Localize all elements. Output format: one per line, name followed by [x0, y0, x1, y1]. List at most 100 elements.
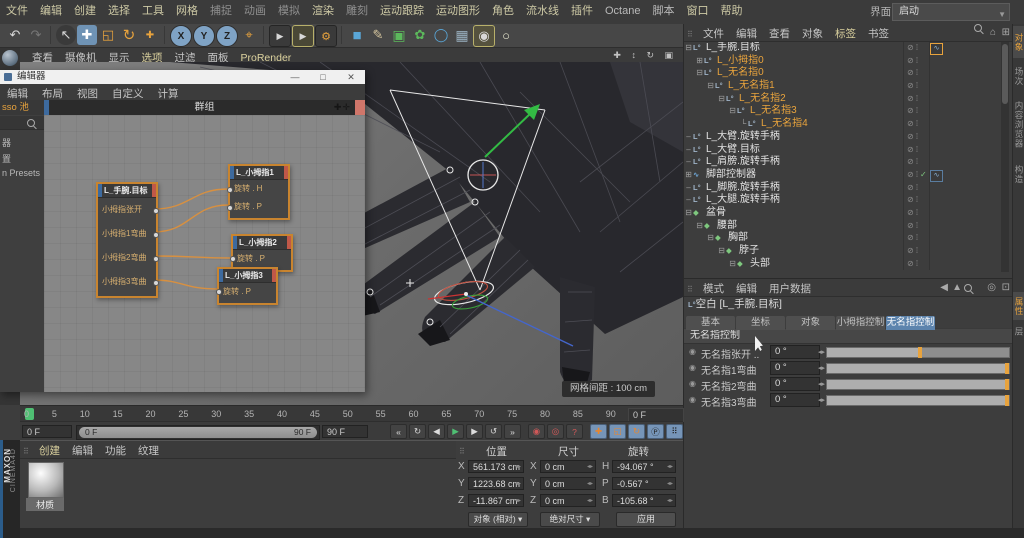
lock-z-icon[interactable]: Z [216, 25, 238, 47]
record-keyframe-icon[interactable]: ◉ [528, 424, 545, 439]
stepper-icon[interactable]: ◂▸ [587, 495, 593, 508]
menu-create[interactable]: 创建 [68, 0, 102, 23]
tree-row[interactable]: ⊟L°L_无名指3⊘ ⁞ [684, 105, 1013, 118]
node-port[interactable]: 旋转 . P [233, 250, 291, 267]
slider-value-field[interactable]: 0 ° [770, 361, 820, 375]
keyframe-circle-icon[interactable]: ◉ [689, 363, 696, 372]
rot-b-field[interactable]: -105.68 °◂▸ [612, 494, 676, 507]
next-frame-icon[interactable]: ▶ [466, 424, 483, 439]
redo-icon[interactable]: ↷ [26, 25, 46, 45]
node-port[interactable]: 旋转 . H [230, 180, 288, 198]
xpresso-tag-icon[interactable]: ∿ [930, 43, 943, 55]
menu-render[interactable]: 渲染 [306, 0, 340, 23]
visibility-dots[interactable]: ⊘ ⁞ [903, 245, 930, 258]
goto-end-icon[interactable]: » [504, 424, 521, 439]
expander-icon[interactable]: ⊟ [717, 245, 726, 258]
dock-tab-structure[interactable]: 构造 [1013, 160, 1024, 188]
section-header[interactable]: 无名指控制 [684, 328, 1013, 344]
stepper-icon[interactable]: ◂▸ [515, 478, 521, 491]
tab-object[interactable]: 对象 [786, 316, 835, 330]
window-titlebar[interactable]: 编辑器 — □ ✕ [0, 70, 365, 84]
tree-scrollbar[interactable] [1001, 42, 1009, 272]
visibility-dots[interactable]: ⊘ ⁞ [903, 67, 930, 80]
expander-icon[interactable]: ⊟ [695, 67, 704, 80]
node-canvas[interactable]: L_手腕.目标 小拇指张开 小拇指1弯曲 小拇指2弯曲 小拇指3弯曲 L_小拇指… [44, 115, 365, 392]
output-port-icon[interactable] [153, 208, 159, 214]
tab-ring-control[interactable]: 无名指控制 [886, 316, 935, 330]
frame-range-slider[interactable]: 0 F 90 F [76, 425, 320, 440]
attribute-object-row[interactable]: L°空白 [L_手腕.目标] [684, 297, 1013, 312]
close-icon[interactable]: ✕ [339, 70, 363, 84]
node-port[interactable]: 旋转 . P [219, 283, 276, 300]
subdivision-surface-icon[interactable]: ▣ [389, 25, 409, 45]
visibility-dots[interactable]: ⊘ ⁞ [903, 131, 930, 144]
key-parameter-icon[interactable]: Ⓟ [647, 424, 664, 439]
om-menu-bookmarks[interactable]: 书签 [862, 26, 895, 43]
menu-simulate[interactable]: 模拟 [272, 0, 306, 23]
node-pinky3[interactable]: L_小拇指3 旋转 . P [217, 267, 278, 305]
menu-pipeline[interactable]: 流水线 [520, 0, 565, 23]
tree-row[interactable]: –L°L_肩膀.旋转手柄⊘ ⁞ [684, 156, 1013, 169]
tree-row[interactable]: –L°L_大臂.旋转手柄⊘ ⁞ [684, 131, 1013, 144]
lock-x-icon[interactable]: X [170, 25, 192, 47]
menu-octane[interactable]: Octane [599, 0, 646, 23]
pool-item[interactable]: 器 [2, 136, 11, 149]
tree-row[interactable]: ⊞L°L_小拇指0⊘ ⁞ [684, 55, 1013, 68]
scale-tool-icon[interactable]: ◱ [98, 25, 118, 45]
tab-pinky-control[interactable]: 小拇指控制 [836, 316, 885, 330]
render-region-icon[interactable]: ▶ [292, 25, 314, 47]
om-menu-view[interactable]: 查看 [763, 26, 796, 43]
mograph-icon[interactable]: ✿ [410, 25, 430, 45]
om-menu-objects[interactable]: 对象 [796, 26, 829, 43]
maximize-icon[interactable]: □ [311, 70, 335, 84]
pool-search-bar[interactable] [0, 116, 44, 130]
tab-coord[interactable]: 坐标 [736, 316, 785, 330]
menu-plugins[interactable]: 插件 [565, 0, 599, 23]
attr-menu-edit[interactable]: 编辑 [730, 281, 763, 298]
rot-p-field[interactable]: -0.567 °◂▸ [612, 477, 676, 490]
pos-z-field[interactable]: -11.867 cm◂▸ [468, 494, 524, 507]
end-frame-field[interactable]: 90 F [322, 425, 368, 438]
drag-handle-icon[interactable]: ⠿ [684, 26, 697, 43]
output-port-icon[interactable] [153, 256, 159, 262]
node-port[interactable]: 小拇指1弯曲 [98, 222, 156, 246]
slider-handle[interactable] [1005, 395, 1009, 406]
rotate-tool-icon[interactable]: ↻ [119, 25, 139, 45]
expander-icon[interactable]: ⊟ [684, 207, 693, 220]
keyframe-selection-icon[interactable]: ? [566, 424, 583, 439]
visibility-dots[interactable]: ⊘ ⁞ [903, 93, 930, 106]
play-icon[interactable]: ▶ [447, 424, 464, 439]
visibility-dots[interactable]: ⊘ ⁞ [903, 80, 930, 93]
goto-start-icon[interactable]: « [390, 424, 407, 439]
stepper-icon[interactable]: ◂▸ [587, 461, 593, 474]
visibility-dots[interactable]: ⊘ ⁞ [903, 258, 930, 271]
visibility-dots[interactable]: ⊘ ⁞ [903, 42, 930, 55]
menu-tools[interactable]: 工具 [136, 0, 170, 23]
menu-animate[interactable]: 动画 [238, 0, 272, 23]
menu-motion-tracker[interactable]: 运动跟踪 [374, 0, 430, 23]
visibility-dots[interactable]: ⊘ ⁞ [903, 220, 930, 233]
dock-tab-layers[interactable]: 层 [1013, 324, 1024, 340]
input-port-icon[interactable] [227, 205, 233, 211]
om-menu-tags[interactable]: 标签 [829, 26, 862, 43]
render-view-icon[interactable]: ▶ [269, 25, 291, 47]
pool-item[interactable]: 置 [2, 152, 11, 165]
move-tool-icon[interactable]: ✚ [77, 25, 97, 45]
mat-menu-edit[interactable]: 编辑 [66, 443, 99, 460]
key-pla-icon[interactable]: ⠿ [666, 424, 683, 439]
prev-key-icon[interactable]: ↻ [409, 424, 426, 439]
size-x-field[interactable]: 0 cm◂▸ [540, 460, 596, 473]
stepper-icon[interactable]: ◂▸ [515, 461, 521, 474]
drag-handle-icon[interactable]: ⠿ [684, 281, 697, 298]
material-thumbnail[interactable] [28, 462, 64, 498]
visibility-dots[interactable]: ⊘ ⁞ [903, 144, 930, 157]
floor-icon[interactable]: ▦ [452, 25, 472, 45]
tree-row[interactable]: ⊟L°L_手腕.目标⊘ ⁞∿ [684, 42, 1013, 55]
tree-row[interactable]: –L°L_脚腕.旋转手柄⊘ ⁞ [684, 182, 1013, 195]
menu-script[interactable]: 脚本 [646, 0, 680, 23]
node-pinky1[interactable]: L_小拇指1 旋转 . H 旋转 . P [228, 164, 290, 220]
xpresso-pool-tab[interactable]: sso 池 [0, 100, 44, 115]
menu-edit[interactable]: 编辑 [34, 0, 68, 23]
visibility-dots[interactable]: ⊘ ⁞ [903, 194, 930, 207]
input-port-icon[interactable] [216, 289, 222, 295]
